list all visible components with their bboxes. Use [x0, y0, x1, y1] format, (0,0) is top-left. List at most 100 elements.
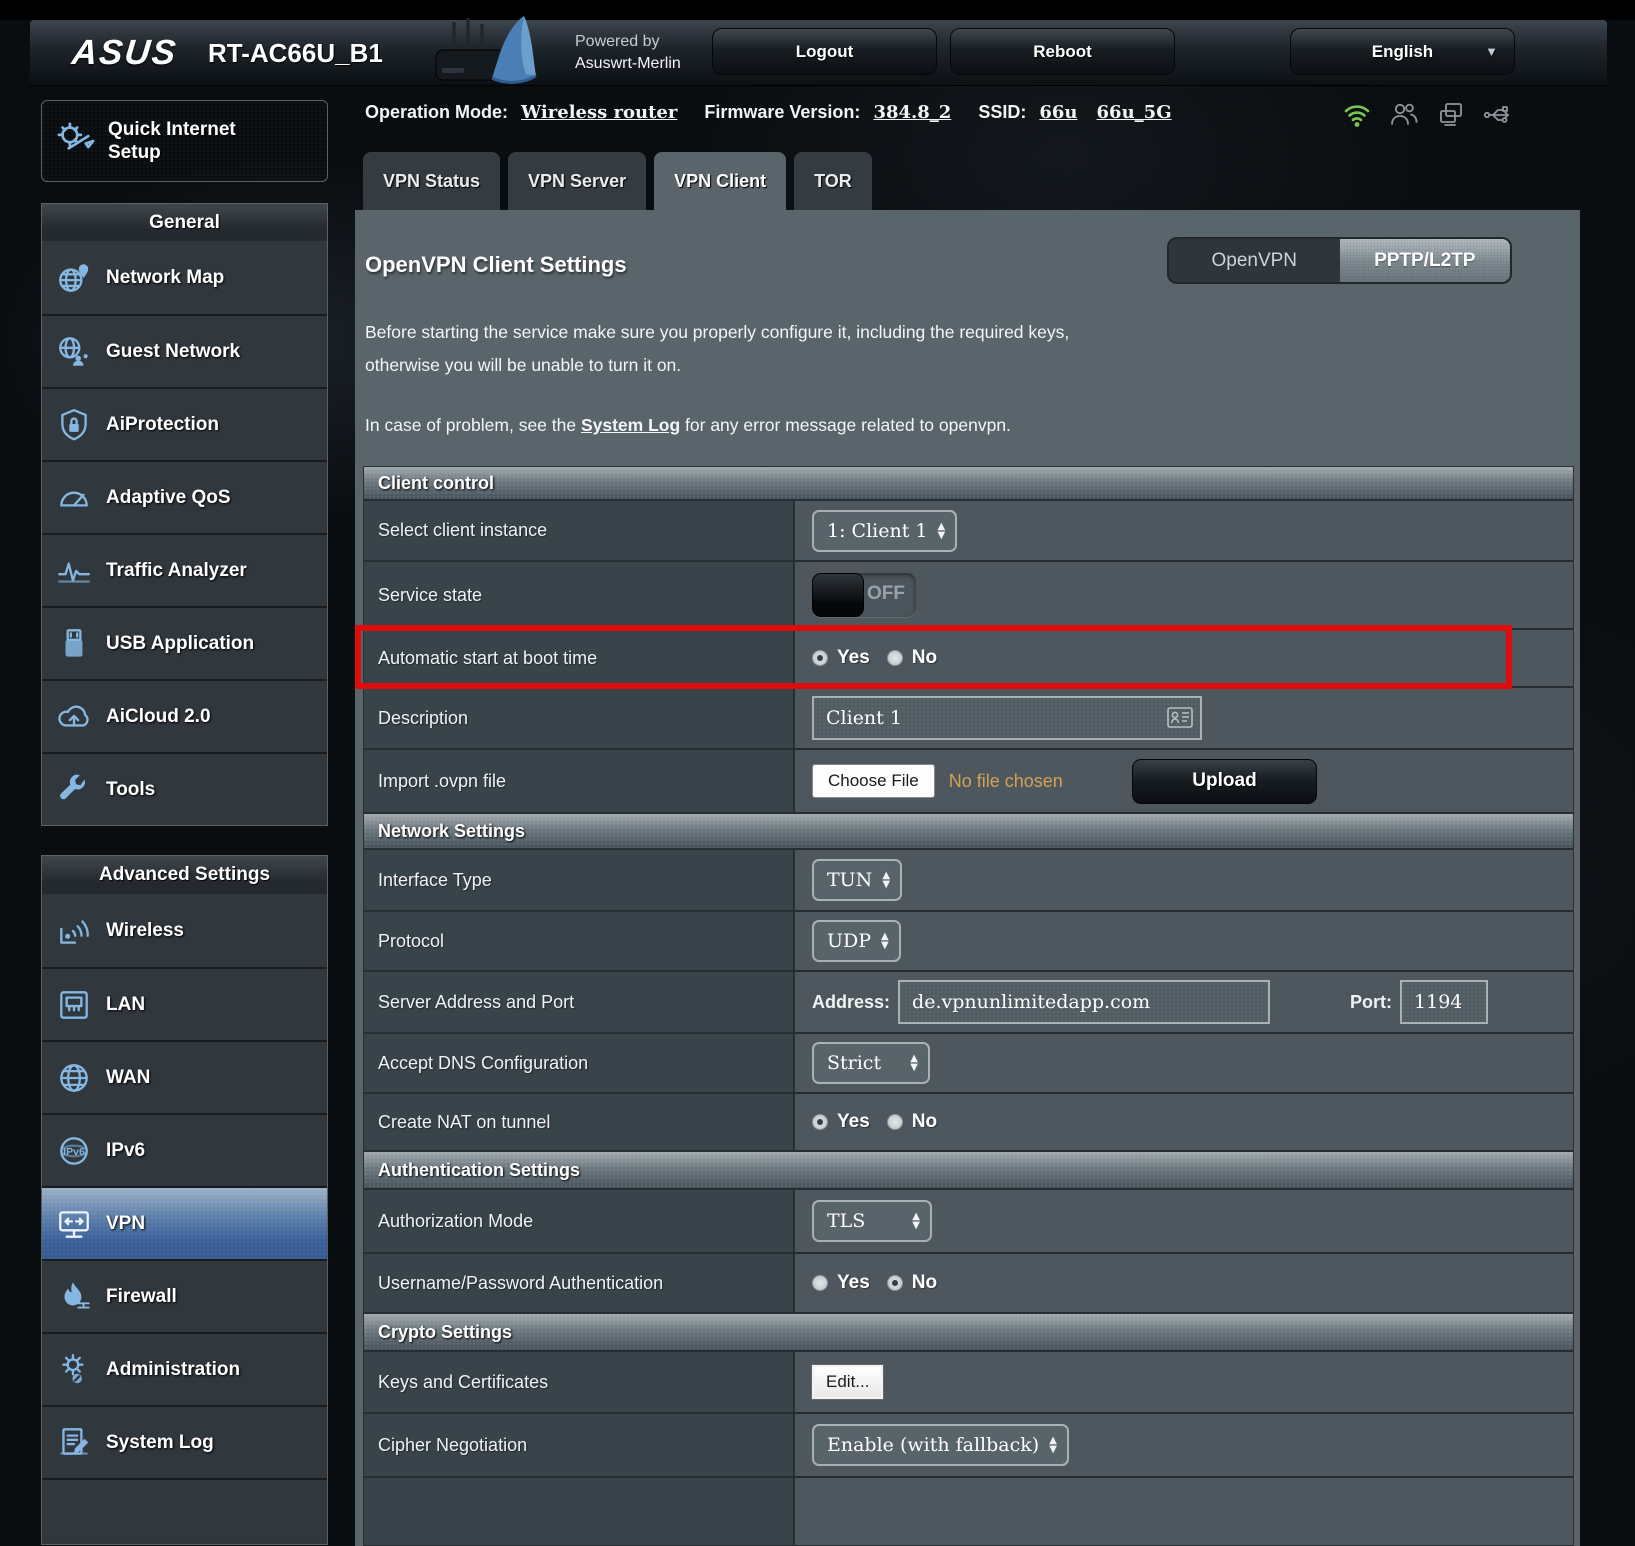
auto-start-yes-radio[interactable]	[812, 650, 828, 666]
sidebar-item-vpn[interactable]: VPN	[42, 1186, 327, 1259]
section-header-network-settings: Network Settings	[364, 814, 1573, 850]
row-label: Keys and Certificates	[364, 1352, 795, 1412]
firmware-link[interactable]: 384.8_2	[873, 102, 951, 123]
sidebar-item-label: AiCloud 2.0	[106, 706, 211, 728]
sidebar-item-aiprotection[interactable]: AiProtection	[42, 387, 327, 460]
select-arrows-icon	[937, 522, 945, 540]
row-label: Automatic start at boot time	[364, 630, 795, 686]
row-label: Import .ovpn file	[364, 750, 795, 812]
content-panel: OpenVPN Client Settings OpenVPN PPTP/L2T…	[355, 210, 1580, 1546]
sidebar-item-guest-network[interactable]: Guest Network	[42, 314, 327, 387]
row-interface-type: Interface Type TUN	[364, 850, 1573, 912]
service-state-toggle[interactable]: OFF	[812, 573, 916, 617]
upload-button[interactable]: Upload	[1132, 759, 1317, 804]
vpn-tab-bar: VPN Status VPN Server VPN Client TOR	[363, 152, 872, 210]
description-input[interactable]	[812, 696, 1202, 740]
tab-vpn-status[interactable]: VPN Status	[363, 152, 500, 210]
guest-network-icon	[54, 333, 94, 371]
ssid-24g-link[interactable]: 66u	[1039, 102, 1077, 123]
row-service-state: Service state OFF	[364, 562, 1573, 630]
wireless-icon	[54, 912, 94, 950]
usb-stick-icon	[54, 625, 94, 663]
userpass-yes-radio[interactable]	[812, 1275, 828, 1291]
settings-table: Client control Select client instance 1:…	[363, 466, 1574, 1546]
file-chosen-status: No file chosen	[949, 771, 1063, 792]
sidebar-item-lan[interactable]: LAN	[42, 967, 327, 1040]
openvpn-toggle-button[interactable]: OpenVPN	[1169, 239, 1340, 282]
sidebar-item-administration[interactable]: Administration	[42, 1332, 327, 1405]
wifi-icon[interactable]	[1342, 100, 1372, 130]
pptp-l2tp-toggle-button[interactable]: PPTP/L2TP	[1340, 239, 1511, 282]
system-log-link[interactable]: System Log	[581, 415, 680, 435]
devices-icon[interactable]	[1436, 100, 1466, 130]
server-port-input[interactable]	[1400, 980, 1488, 1024]
contact-card-icon[interactable]	[1167, 707, 1193, 728]
reboot-button[interactable]: Reboot	[950, 28, 1175, 75]
select-arrows-icon	[1049, 1436, 1057, 1454]
row-partial-bottom	[364, 1478, 1573, 1546]
asus-logo: ASUS	[70, 33, 179, 73]
quick-internet-setup-button[interactable]: Quick Internet Setup	[41, 100, 328, 182]
auto-start-radio-group: Yes No	[812, 647, 945, 669]
lan-port-icon	[54, 986, 94, 1024]
sidebar-item-firewall[interactable]: Firewall	[42, 1259, 327, 1332]
sidebar-item-label: Tools	[106, 779, 155, 801]
tab-vpn-client[interactable]: VPN Client	[654, 152, 786, 210]
sidebar-item-label: VPN	[106, 1213, 145, 1235]
sidebar-item-label: Network Map	[106, 267, 224, 289]
qis-label: Quick Internet Setup	[108, 118, 236, 164]
vpn-type-toggle: OpenVPN PPTP/L2TP	[1167, 237, 1512, 284]
row-accept-dns: Accept DNS Configuration Strict	[364, 1034, 1573, 1094]
sidebar-item-wan[interactable]: WAN	[42, 1040, 327, 1113]
row-label: Cipher Negotiation	[364, 1414, 795, 1476]
clients-icon[interactable]	[1389, 100, 1419, 130]
status-icons	[1342, 100, 1513, 130]
operation-mode-link[interactable]: Wireless router	[521, 102, 677, 123]
auto-start-no-radio[interactable]	[887, 650, 903, 666]
sidebar-item-label: Adaptive QoS	[106, 487, 231, 509]
edit-keys-button[interactable]: Edit...	[812, 1365, 883, 1399]
row-userpass-auth: Username/Password Authentication Yes No	[364, 1254, 1573, 1314]
sidebar-item-system-log[interactable]: System Log	[42, 1405, 327, 1478]
qis-wizard-icon	[54, 119, 98, 163]
sidebar-general-block: General Network Map Guest Network AiProt…	[41, 203, 328, 826]
globe-icon	[54, 1059, 94, 1097]
sidebar-item-usb-application[interactable]: USB Application	[42, 606, 327, 679]
language-label: English	[1372, 42, 1433, 62]
server-address-input[interactable]	[898, 980, 1270, 1024]
dns-config-select[interactable]: Strict	[812, 1042, 930, 1084]
sidebar-item-traffic-analyzer[interactable]: Traffic Analyzer	[42, 533, 327, 606]
gear-icon	[54, 1351, 94, 1389]
sidebar-item-tools[interactable]: Tools	[42, 752, 327, 825]
nat-yes-radio[interactable]	[812, 1114, 828, 1130]
sidebar-item-adaptive-qos[interactable]: Adaptive QoS	[42, 460, 327, 533]
sidebar-item-partial	[42, 1478, 327, 1541]
usb-icon[interactable]	[1483, 100, 1513, 130]
tab-tor[interactable]: TOR	[794, 152, 872, 210]
cipher-negotiation-select[interactable]: Enable (with fallback)	[812, 1424, 1069, 1466]
protocol-select[interactable]: UDP	[812, 920, 901, 962]
nat-no-radio[interactable]	[887, 1114, 903, 1130]
language-dropdown[interactable]: English	[1290, 28, 1515, 75]
sidebar-item-label: Guest Network	[106, 341, 240, 363]
header-banner: ASUS RT-AC66U_B1 Powered by Asuswrt-Merl…	[30, 20, 1607, 86]
client-instance-select[interactable]: 1: Client 1	[812, 510, 957, 552]
row-protocol: Protocol UDP	[364, 912, 1573, 972]
sidebar-item-label: Wireless	[106, 920, 184, 942]
sidebar-item-network-map[interactable]: Network Map	[42, 241, 327, 314]
select-arrows-icon	[881, 932, 889, 950]
authorization-mode-select[interactable]: TLS	[812, 1200, 932, 1242]
choose-file-button[interactable]: Choose File	[812, 764, 935, 798]
ssid-label: SSID:	[978, 102, 1026, 122]
userpass-no-radio[interactable]	[887, 1275, 903, 1291]
ssid-5g-link[interactable]: 66u_5G	[1097, 102, 1172, 123]
interface-type-select[interactable]: TUN	[812, 859, 902, 901]
logout-button[interactable]: Logout	[712, 28, 937, 75]
sidebar-item-ipv6[interactable]: IPv6 IPv6	[42, 1113, 327, 1186]
sidebar-item-wireless[interactable]: Wireless	[42, 894, 327, 967]
tab-vpn-server[interactable]: VPN Server	[508, 152, 646, 210]
row-label: Interface Type	[364, 850, 795, 910]
row-label: Select client instance	[364, 501, 795, 560]
sidebar-item-label: LAN	[106, 994, 145, 1016]
sidebar-item-aicloud[interactable]: AiCloud 2.0	[42, 679, 327, 752]
